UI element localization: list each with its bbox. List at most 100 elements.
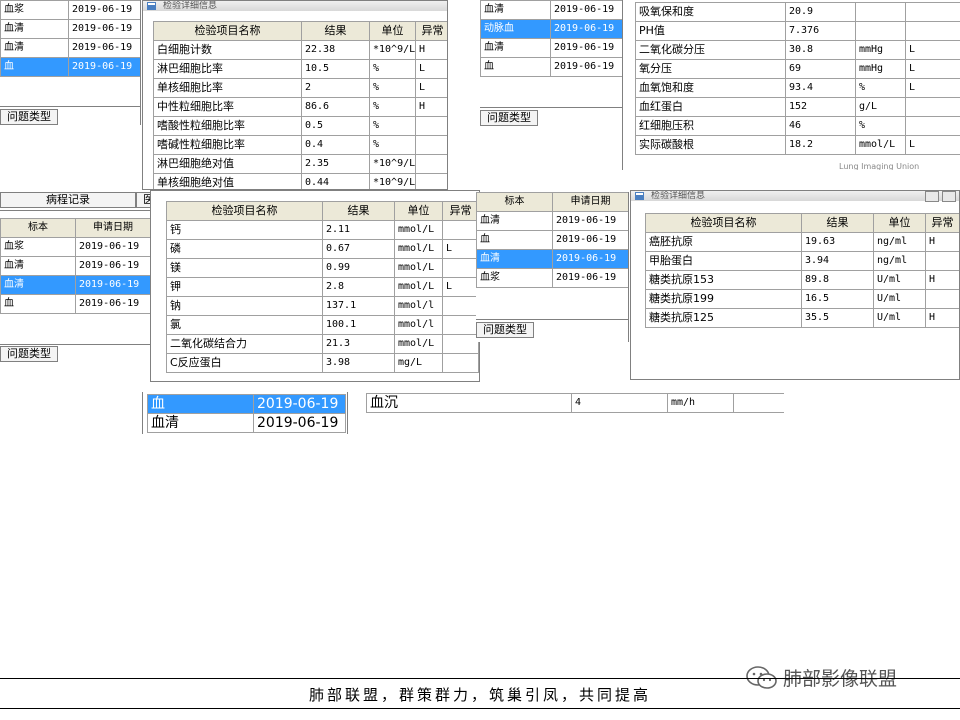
result-row[interactable]: 单核细胞比率 2% L <box>153 78 447 98</box>
col-test-name[interactable]: 检验项目名称 <box>153 21 302 41</box>
result-row[interactable]: 血沉 4 mm/h <box>366 393 784 413</box>
result-row[interactable]: 嗜碱性粒细胞比率 0.4% <box>153 135 447 155</box>
col-request-date[interactable]: 申请日期 <box>552 192 628 212</box>
result-row[interactable]: 钠 137.1 mmol/l <box>166 296 479 316</box>
window-titlebar[interactable]: 检验详细信息 <box>143 1 447 11</box>
test-result: 93.4 <box>785 78 856 98</box>
specimen-row[interactable]: 血 2019-06-19 <box>480 57 622 77</box>
footer-slogan: 肺部联盟，群策群力，筑巢引凤，共同提高 <box>308 686 651 704</box>
col-result[interactable]: 结果 <box>322 201 395 221</box>
col-result[interactable]: 结果 <box>801 213 874 233</box>
test-unit: mmol/L <box>394 258 443 278</box>
result-row[interactable]: 钙 2.11 mmol/L <box>166 220 479 240</box>
test-result: 3.94 <box>801 251 874 271</box>
result-row[interactable]: 红细胞压积 46% <box>635 116 960 136</box>
test-result: 2 <box>301 78 370 98</box>
result-row[interactable]: 钾 2.8 mmol/L L <box>166 277 479 297</box>
abnormal-flag <box>733 393 784 413</box>
specimen-row[interactable]: 血浆 2019-06-19 <box>476 268 628 288</box>
result-row[interactable]: PH值 7.376 <box>635 21 960 41</box>
tab-partial[interactable]: 医 <box>136 192 150 208</box>
result-row[interactable]: 氯 100.1 mmol/l <box>166 315 479 335</box>
result-row[interactable]: 氧分压 69 mmHg L <box>635 59 960 79</box>
specimen-row[interactable]: 动脉血 2019-06-19 <box>480 19 622 39</box>
col-specimen[interactable]: 标本 <box>476 192 553 212</box>
close-button[interactable] <box>942 191 956 202</box>
specimen-type: 血浆 <box>0 237 76 257</box>
result-row[interactable]: 癌胚抗原 19.63 ng/ml H <box>645 232 959 252</box>
result-row[interactable]: 中性粒细胞比率 86.6% H <box>153 97 447 117</box>
col-specimen[interactable]: 标本 <box>0 218 76 238</box>
test-result: 30.8 <box>785 40 856 60</box>
issue-type-tab[interactable]: 问题类型 <box>0 346 58 362</box>
test-result: 16.5 <box>801 289 874 309</box>
specimen-row[interactable]: 血 2019-06-19 <box>476 230 628 250</box>
test-result: 3.98 <box>322 353 395 373</box>
test-name: 血红蛋白 <box>635 97 786 117</box>
test-unit: mmol/L <box>394 239 443 259</box>
lab-detail-window-tumor-markers: 检验详细信息 检验项目名称 结果 单位 异常 癌胚抗原 19.63 ng/ml H 甲胎… <box>630 190 960 380</box>
result-row[interactable]: 镁 0.99 mmol/L <box>166 258 479 278</box>
result-row[interactable]: 磷 0.67 mmol/L L <box>166 239 479 259</box>
result-row[interactable]: 吸氧保和度 20.9 <box>635 2 960 22</box>
issue-type-tab[interactable]: 问题类型 <box>480 110 538 126</box>
abnormal-flag: L <box>905 78 960 98</box>
result-row[interactable]: 甲胎蛋白 3.94 ng/ml <box>645 251 959 271</box>
specimen-row[interactable]: 血 2019-06-19 <box>0 294 150 314</box>
col-abnormal[interactable]: 异常 <box>415 21 447 41</box>
request-date: 2019-06-19 <box>253 413 346 433</box>
result-row[interactable]: 糖类抗原125 35.5 U/ml H <box>645 308 959 328</box>
col-request-date[interactable]: 申请日期 <box>75 218 150 238</box>
specimen-row[interactable]: 血清 2019-06-19 <box>0 256 150 276</box>
col-test-name[interactable]: 检验项目名称 <box>166 201 323 221</box>
result-row[interactable]: 二氧化碳结合力 21.3 mmol/L <box>166 334 479 354</box>
col-abnormal[interactable]: 异常 <box>925 213 959 233</box>
lab-detail-window-esr: 血沉 4 mm/h <box>366 392 784 424</box>
abnormal-flag <box>925 251 959 271</box>
test-result: 22.38 <box>301 40 370 60</box>
specimen-row[interactable]: 血 2019-06-19 <box>147 394 346 414</box>
specimen-row[interactable]: 血清 2019-06-19 <box>476 249 628 269</box>
col-abnormal[interactable]: 异常 <box>442 201 479 221</box>
specimen-row[interactable]: 血清 2019-06-19 <box>480 0 622 20</box>
col-unit[interactable]: 单位 <box>873 213 926 233</box>
result-row[interactable]: 血红蛋白 152 g/L <box>635 97 960 117</box>
specimen-row[interactable]: 血清 2019-06-19 <box>147 413 346 433</box>
result-row[interactable]: 实际碳酸根 18.2 mmol/L L <box>635 135 960 155</box>
test-unit: mmHg <box>855 59 906 79</box>
specimen-row[interactable]: 血浆 2019-06-19 <box>0 237 150 257</box>
issue-type-tab[interactable]: 问题类型 <box>476 322 534 338</box>
test-unit: g/L <box>855 97 906 117</box>
result-row[interactable]: 二氧化碳分压 30.8 mmHg L <box>635 40 960 60</box>
specimen-row[interactable]: 血清 2019-06-19 <box>0 38 140 58</box>
col-unit[interactable]: 单位 <box>369 21 416 41</box>
specimen-row[interactable]: 血清 2019-06-19 <box>0 275 150 295</box>
result-row[interactable]: 白细胞计数 22.38 *10^9/L H <box>153 40 447 60</box>
result-row[interactable]: 嗜酸性粒细胞比率 0.5% <box>153 116 447 136</box>
specimen-row[interactable]: 血清 2019-06-19 <box>476 211 628 231</box>
request-date: 2019-06-19 <box>68 38 140 58</box>
test-unit: % <box>369 78 416 98</box>
specimen-row[interactable]: 血清 2019-06-19 <box>480 38 622 58</box>
col-test-name[interactable]: 检验项目名称 <box>645 213 802 233</box>
specimen-row[interactable]: 血 2019-06-19 <box>0 57 140 77</box>
result-row[interactable]: C反应蛋白 3.98 mg/L <box>166 353 479 373</box>
col-result[interactable]: 结果 <box>301 21 370 41</box>
result-row[interactable]: 单核细胞绝对值 0.44 *10^9/L <box>153 173 447 189</box>
col-unit[interactable]: 单位 <box>394 201 443 221</box>
request-date: 2019-06-19 <box>75 275 150 295</box>
medical-record-tab[interactable]: 病程记录 <box>0 192 136 208</box>
test-result: 4 <box>571 393 668 413</box>
result-row[interactable]: 糖类抗原199 16.5 U/ml <box>645 289 959 309</box>
specimen-row[interactable]: 血浆 2019-06-19 <box>0 0 140 20</box>
result-row[interactable]: 糖类抗原153 89.8 U/ml H <box>645 270 959 290</box>
minimize-button[interactable] <box>925 191 939 202</box>
result-row[interactable]: 淋巴细胞绝对值 2.35 *10^9/L <box>153 154 447 174</box>
issue-type-tab[interactable]: 问题类型 <box>0 109 58 125</box>
result-row[interactable]: 血氧饱和度 93.4% L <box>635 78 960 98</box>
specimen-row[interactable]: 血清 2019-06-19 <box>0 19 140 39</box>
window-titlebar[interactable]: 检验详细信息 <box>631 191 959 202</box>
result-row[interactable]: 淋巴细胞比率 10.5% L <box>153 59 447 79</box>
test-name: 钠 <box>166 296 323 316</box>
lab-detail-window-blood-gas: 吸氧保和度 20.9 PH值 7.376 二氧化碳分压 30.8 mmHg L 氧分压 69 mmH… <box>622 0 960 170</box>
